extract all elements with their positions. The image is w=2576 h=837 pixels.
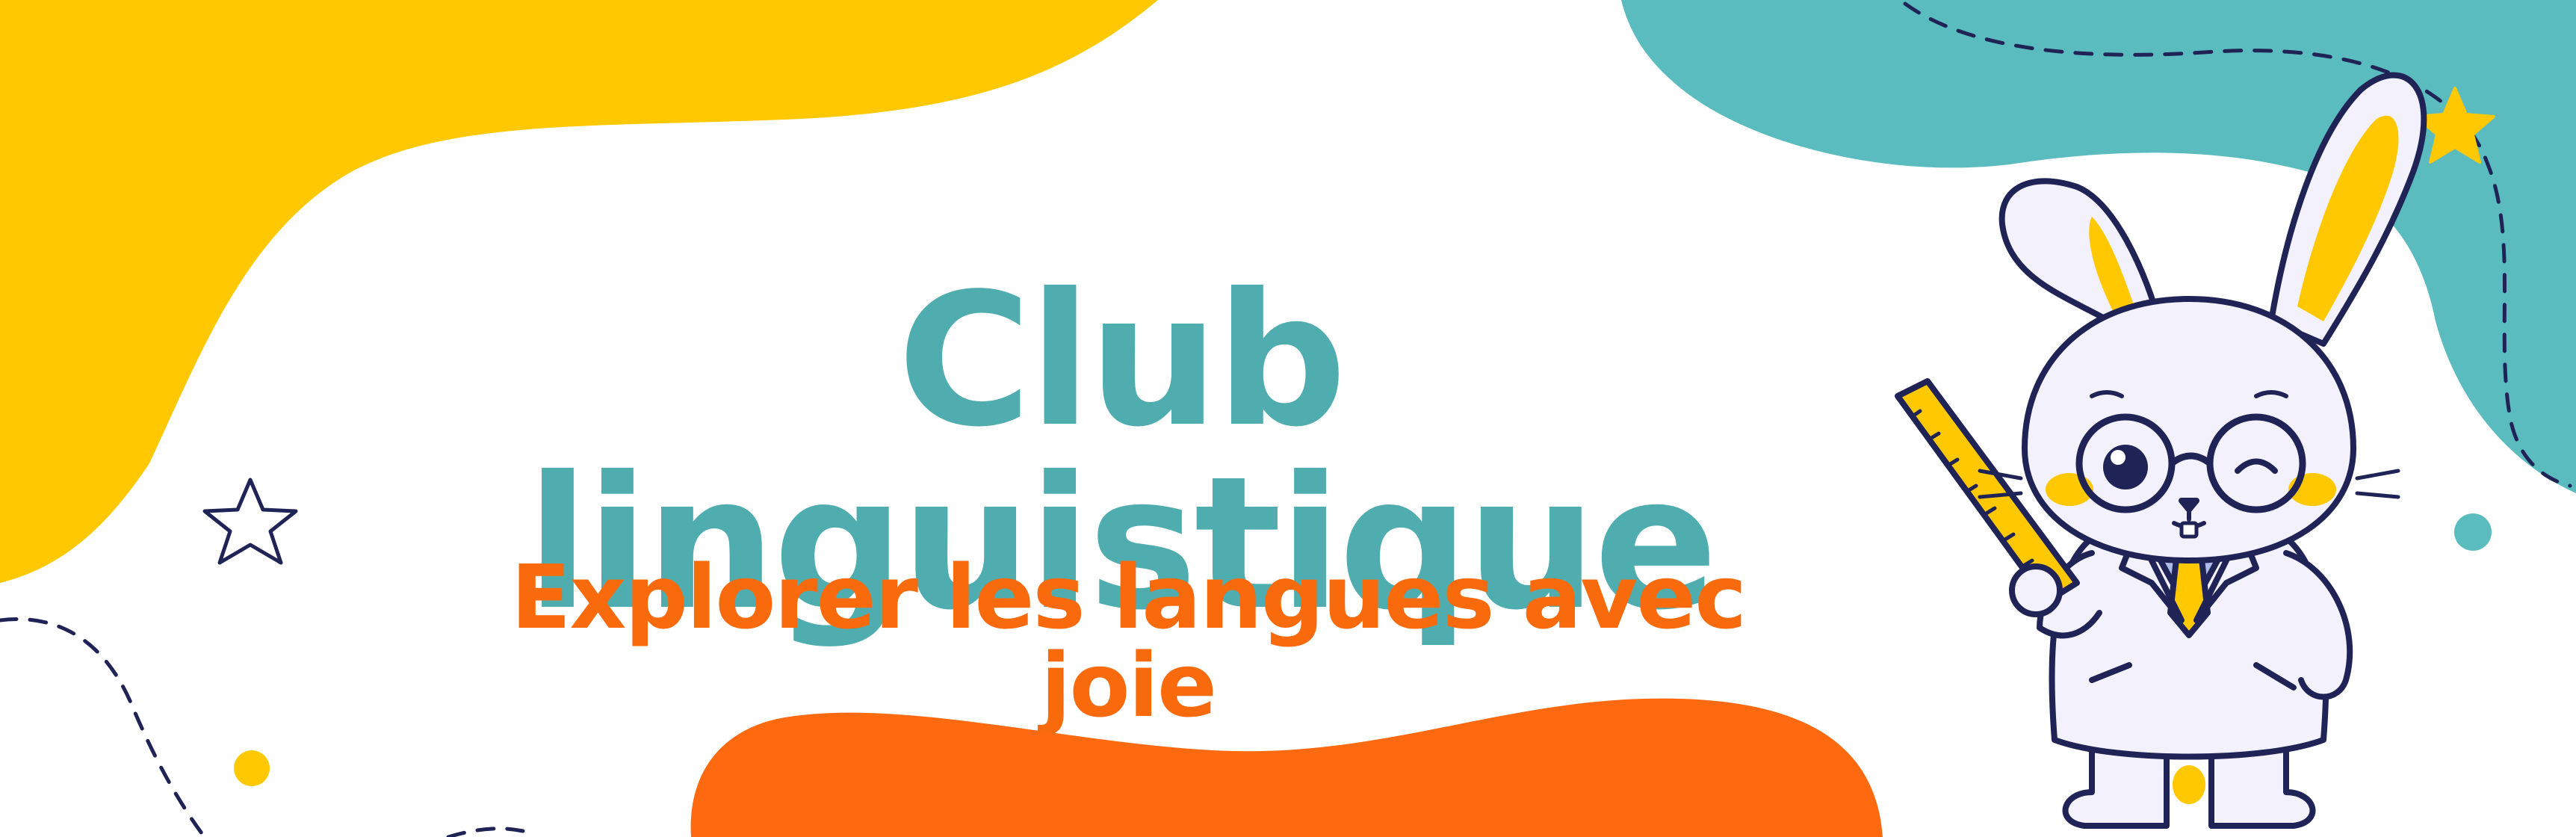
dot-teal	[2454, 513, 2492, 551]
dashed-path-bottom	[0, 617, 204, 836]
dot-yellow	[234, 750, 270, 786]
language-club-banner: Club linguistique Explorer les langues a…	[0, 0, 2576, 837]
dashed-path-corner	[446, 827, 525, 837]
rabbit-mascot-illustration	[1895, 72, 2427, 829]
banner-subtitle: Explorer les langues avec joie	[510, 546, 1747, 737]
star-outline-icon	[202, 478, 298, 565]
